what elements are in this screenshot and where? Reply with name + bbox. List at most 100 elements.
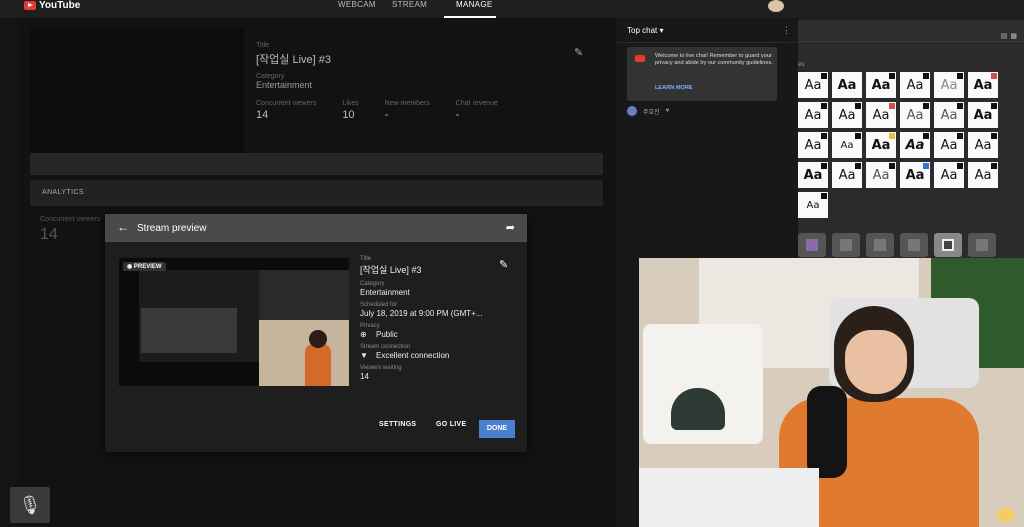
tab-stream[interactable]: STREAM: [392, 0, 427, 9]
corner-marker: [889, 73, 895, 79]
font-sample[interactable]: Aa: [798, 192, 828, 218]
dialog-category-label: Category: [360, 281, 385, 287]
font-sample[interactable]: Aa: [798, 102, 828, 128]
style-swatches: [798, 233, 996, 257]
font-sample[interactable]: Aa: [866, 162, 896, 188]
style-swatch[interactable]: [968, 233, 996, 257]
back-arrow-icon[interactable]: ←: [117, 220, 129, 234]
style-swatch[interactable]: [832, 233, 860, 257]
corner-marker: [923, 103, 929, 109]
style-swatch[interactable]: [934, 233, 962, 257]
font-sample-text: Aa: [973, 107, 993, 123]
font-sample[interactable]: Aa: [934, 72, 964, 98]
dialog-scheduled-label: Scheduled for: [360, 302, 398, 308]
font-sample[interactable]: Aa: [900, 132, 930, 158]
font-sample[interactable]: Aa: [900, 72, 930, 98]
style-swatch[interactable]: [798, 233, 826, 257]
font-sample-text: Aa: [806, 199, 820, 211]
swatch-inner: [806, 239, 818, 251]
learn-more-link[interactable]: LEARN MORE: [655, 85, 693, 91]
corner-marker: [821, 103, 827, 109]
stat-label: Likes: [342, 100, 359, 107]
font-sample-text: Aa: [837, 77, 857, 93]
eye-icon: ◉: [127, 264, 134, 270]
font-sample[interactable]: Aa: [798, 162, 828, 188]
edit-pencil-icon[interactable]: ✎: [574, 46, 583, 59]
font-sample[interactable]: Aa: [968, 162, 998, 188]
analytics-concurrent-value: 14: [40, 226, 58, 243]
dialog-scheduled: July 18, 2019 at 9:00 PM (GMT+...: [360, 309, 483, 318]
webcam-desk: [639, 468, 819, 527]
font-sample-text: Aa: [905, 137, 925, 153]
font-sample-text: Aa: [905, 167, 925, 183]
font-sample[interactable]: Aa: [832, 132, 862, 158]
chat-welcome-card: Welcome to live chat! Remember to guard …: [627, 47, 777, 101]
top-bar: YouTube WEBCAM STREAM MANAGE: [0, 0, 798, 18]
dialog-edit-pencil-icon[interactable]: ✎: [499, 258, 508, 271]
panel-view-icons[interactable]: ▤▦: [1001, 32, 1020, 40]
dialog-header: ← Stream preview ➦: [105, 214, 527, 242]
chat-author[interactable]: 주호진: [643, 107, 660, 116]
font-sample-text: Aa: [940, 77, 958, 93]
corner-marker: [957, 103, 963, 109]
tab-manage[interactable]: MANAGE: [456, 0, 492, 9]
webcam-microphone: [807, 386, 847, 478]
dialog-details: Title [작업실 Live] #3 Category Entertainme…: [360, 256, 483, 381]
preview-font-panel: [259, 270, 349, 320]
font-sample-text: Aa: [871, 77, 891, 93]
more-options-icon[interactable]: ⋮: [782, 25, 791, 36]
style-swatch[interactable]: [900, 233, 928, 257]
font-sample[interactable]: Aa: [832, 102, 862, 128]
go-live-button[interactable]: GO LIVE: [436, 421, 467, 428]
chevron-down-icon: ▾: [659, 26, 664, 35]
corner-marker: [923, 73, 929, 79]
corner-marker: [855, 133, 861, 139]
chat-user-avatar[interactable]: [627, 106, 637, 116]
font-sample-text: Aa: [940, 137, 958, 153]
font-sample-text: Aa: [804, 77, 822, 93]
font-sample[interactable]: Aa: [866, 72, 896, 98]
font-sample-text: Aa: [940, 107, 958, 123]
corner-marker: [821, 133, 827, 139]
youtube-logo[interactable]: YouTube: [24, 0, 80, 11]
settings-button[interactable]: SETTINGS: [379, 421, 416, 428]
font-sample[interactable]: Aa: [934, 162, 964, 188]
font-panel-toolbar: [798, 0, 1024, 20]
font-sample[interactable]: Aa: [934, 102, 964, 128]
wifi-icon: ▼: [360, 351, 368, 360]
font-sample-text: Aa: [906, 107, 924, 123]
font-sample[interactable]: Aa: [798, 132, 828, 158]
font-sample[interactable]: Aa: [900, 102, 930, 128]
done-button[interactable]: DONE: [479, 420, 515, 438]
heart-icon: ♥: [665, 108, 670, 114]
tab-webcam[interactable]: WEBCAM: [338, 0, 376, 9]
left-strip: [0, 18, 18, 527]
font-sample-text: Aa: [840, 139, 854, 151]
chat-mode-dropdown[interactable]: Top chat ▾: [627, 26, 664, 35]
share-icon[interactable]: ➦: [506, 221, 515, 234]
font-grid: Aa Aa Aa Aa Aa Aa Aa Aa Aa Aa Aa Aa Aa A…: [798, 72, 998, 218]
font-sample[interactable]: Aa: [968, 132, 998, 158]
microphone-icon[interactable]: 🎙: [10, 487, 50, 523]
font-sample[interactable]: Aa: [866, 102, 896, 128]
analytics-header: ANALYTICS: [30, 180, 603, 206]
stream-title: [작업실 Live] #3: [256, 54, 331, 66]
corner-marker: [821, 73, 827, 79]
swatch-inner: [976, 239, 988, 251]
corner-marker: [957, 163, 963, 169]
font-sample[interactable]: Aa: [832, 72, 862, 98]
webcam-person-face: [845, 330, 907, 394]
font-sample[interactable]: Aa: [934, 132, 964, 158]
font-sample[interactable]: Aa: [968, 102, 998, 128]
style-swatch[interactable]: [866, 233, 894, 257]
account-avatar[interactable]: [768, 0, 784, 12]
font-sample[interactable]: Aa: [798, 72, 828, 98]
welcome-text: Welcome to live chat! Remember to guard …: [655, 53, 773, 66]
preview-webcam: [259, 320, 349, 386]
font-sample[interactable]: Aa: [832, 162, 862, 188]
font-sample[interactable]: Aa: [968, 72, 998, 98]
font-sample[interactable]: Aa: [900, 162, 930, 188]
font-sample[interactable]: Aa: [866, 132, 896, 158]
font-sample-text: Aa: [974, 137, 992, 153]
corner-marker: [821, 193, 827, 199]
